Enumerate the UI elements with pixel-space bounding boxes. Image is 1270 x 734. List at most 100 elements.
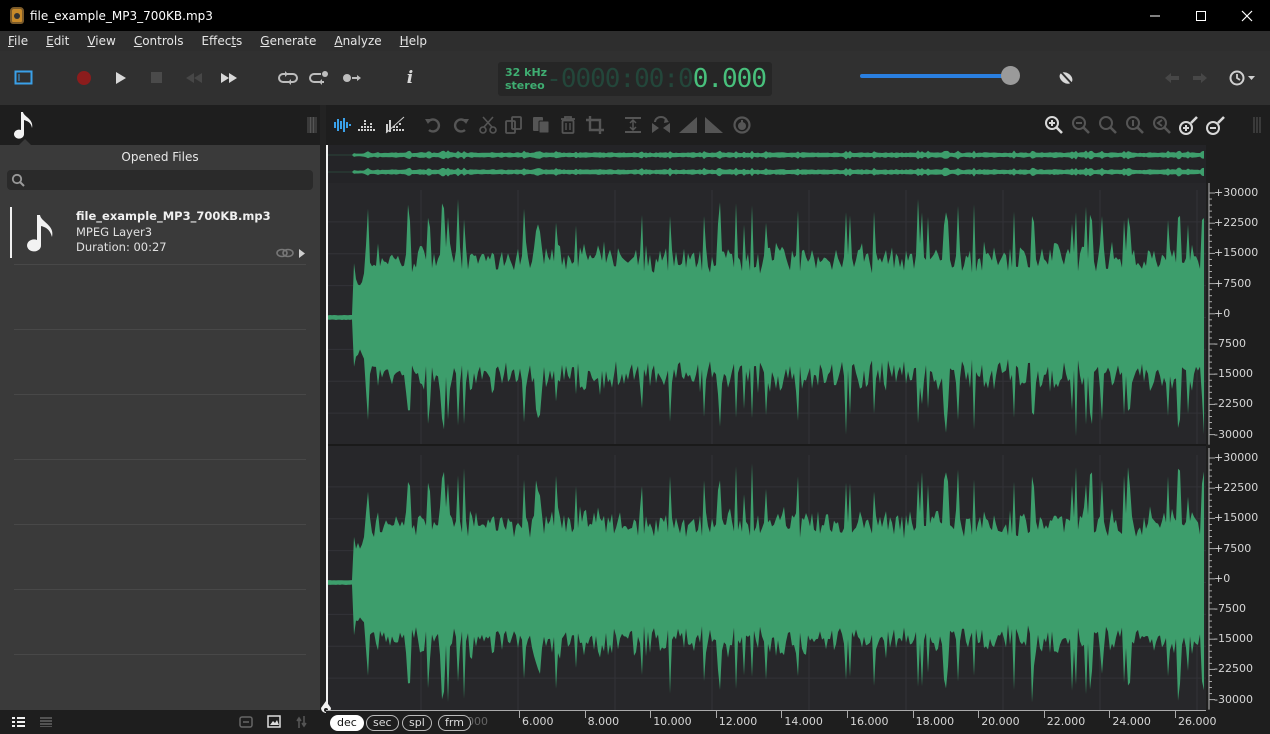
image-icon[interactable] — [267, 715, 281, 728]
amplify-button[interactable] — [731, 114, 753, 136]
cut-button[interactable] — [477, 114, 499, 136]
y-tick-label: -22500 — [1214, 397, 1253, 411]
x-tick-label: 26.000 — [1178, 715, 1217, 728]
loop-from-marker-button[interactable] — [305, 64, 333, 92]
spectrum-off-button[interactable] — [384, 114, 406, 136]
overview-strip[interactable] — [326, 145, 1206, 183]
monitor-button[interactable] — [1052, 64, 1080, 92]
file-list-item[interactable]: file_example_MP3_700KB.mp3 MPEG Layer3 D… — [10, 205, 306, 260]
loop-marker-icon — [309, 71, 328, 85]
time-format-dec[interactable]: dec — [330, 715, 364, 731]
waveform-view-button[interactable] — [330, 114, 352, 136]
zoom-selection-button[interactable] — [1124, 114, 1146, 136]
spectrum-view-button[interactable] — [356, 114, 378, 136]
volume-slider-handle[interactable] — [1001, 66, 1020, 85]
file-search-input[interactable] — [7, 170, 313, 190]
play-button[interactable] — [107, 64, 135, 92]
menu-controls[interactable]: Controls — [132, 34, 186, 48]
undo-icon — [425, 118, 441, 133]
undo-button[interactable] — [422, 114, 444, 136]
menu-analyze[interactable]: Analyze — [332, 34, 383, 48]
play-file-icon[interactable] — [298, 249, 306, 258]
rewind-icon — [186, 73, 202, 83]
menu-file[interactable]: File — [6, 34, 30, 48]
x-tick — [715, 710, 717, 718]
compact-list-icon[interactable] — [40, 717, 52, 727]
collapse-icon[interactable] — [239, 716, 253, 728]
crop-button[interactable] — [584, 114, 606, 136]
file-duration: Duration: 00:27 — [76, 240, 167, 254]
loop-button[interactable] — [274, 64, 302, 92]
fast-forward-icon — [221, 73, 237, 83]
copy-button[interactable] — [503, 114, 525, 136]
x-tick-label: 16.000 — [850, 715, 889, 728]
detail-list-icon[interactable] — [12, 717, 26, 727]
x-tick — [584, 710, 586, 718]
back-button[interactable] — [1158, 64, 1186, 92]
time-format-spl[interactable]: spl — [402, 715, 432, 731]
delete-button[interactable] — [557, 114, 579, 136]
x-tick — [912, 710, 914, 718]
y-tick-label: +22500 — [1214, 481, 1259, 495]
minimize-button[interactable] — [1132, 0, 1178, 31]
playhead-cursor[interactable] — [326, 145, 328, 707]
paste-button[interactable] — [530, 114, 552, 136]
zoom-out-button[interactable] — [1070, 114, 1092, 136]
paste-icon — [533, 117, 550, 134]
vertical-zoom-out-button[interactable] — [1205, 114, 1227, 136]
fade-out-button[interactable] — [703, 114, 725, 136]
zoom-in-icon — [1045, 116, 1063, 134]
menu-effects[interactable]: Effects — [199, 34, 244, 48]
x-tick — [1175, 710, 1176, 718]
toggle-sidebar-button[interactable] — [10, 64, 38, 92]
audio-file-icon — [27, 215, 53, 252]
copy-icon — [505, 116, 522, 134]
waveform-editor[interactable] — [326, 145, 1206, 710]
music-note-icon[interactable] — [12, 110, 38, 140]
forward-button[interactable] — [1186, 64, 1214, 92]
menu-help[interactable]: Help — [398, 34, 429, 48]
stop-icon — [151, 72, 162, 83]
waveform-canvas[interactable] — [326, 145, 1206, 710]
x-tick-label: 18.000 — [915, 715, 955, 728]
redo-button[interactable] — [450, 114, 472, 136]
drag-handle-icon[interactable] — [308, 117, 318, 133]
play-from-marker-button[interactable] — [338, 64, 366, 92]
x-tick-label: 12.000 — [718, 715, 758, 728]
link-icon[interactable] — [276, 248, 294, 258]
stop-button[interactable] — [143, 64, 171, 92]
normalize-button[interactable] — [622, 114, 644, 136]
close-button[interactable] — [1224, 0, 1270, 31]
reverse-button[interactable] — [650, 114, 672, 136]
history-button[interactable] — [1226, 64, 1260, 92]
y-tick-label: +0 — [1214, 306, 1231, 320]
spectrum-off-icon — [385, 116, 405, 134]
list-separator — [14, 589, 306, 590]
menu-generate[interactable]: Generate — [258, 34, 318, 48]
list-separator — [14, 524, 306, 525]
file-format: MPEG Layer3 — [76, 225, 153, 239]
menu-edit[interactable]: Edit — [44, 34, 71, 48]
time-format-sec[interactable]: sec — [366, 715, 399, 731]
channel-mode: stereo — [505, 79, 545, 92]
record-button[interactable] — [70, 64, 98, 92]
x-tick — [1109, 710, 1111, 718]
time-format-frm[interactable]: frm — [438, 715, 471, 731]
zoom-fit-button[interactable] — [1097, 114, 1119, 136]
y-tick-label: +15000 — [1214, 511, 1259, 525]
vertical-zoom-in-button[interactable] — [1178, 114, 1200, 136]
info-button[interactable]: i — [396, 64, 424, 92]
volume-slider-track[interactable] — [860, 74, 1010, 78]
fast-forward-button[interactable] — [215, 64, 243, 92]
rewind-button[interactable] — [180, 64, 208, 92]
list-separator — [14, 394, 306, 395]
zoom-in-button[interactable] — [1043, 114, 1065, 136]
reverse-icon — [652, 116, 670, 133]
drag-handle-icon[interactable] — [1252, 117, 1262, 133]
maximize-button[interactable] — [1178, 0, 1224, 31]
menu-view[interactable]: View — [85, 34, 117, 48]
zoom-previous-button[interactable] — [1151, 114, 1173, 136]
fade-in-button[interactable] — [677, 114, 699, 136]
sidebar-footer — [0, 710, 326, 734]
sort-icon[interactable] — [296, 716, 308, 728]
